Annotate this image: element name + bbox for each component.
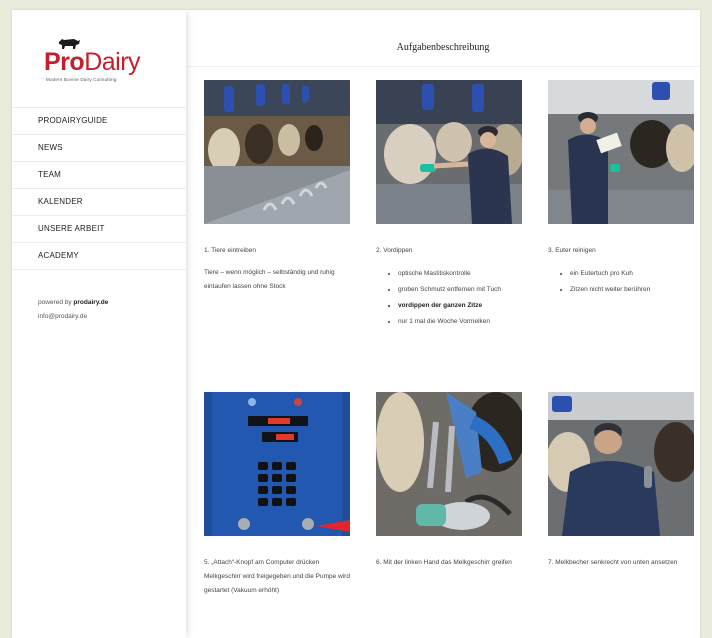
step-card-5: 5. „Attach“-Knopf am Computer drücken Me… [204,392,350,598]
list-item: optische Mastitiskontrolle [398,266,522,282]
step-title: 1. Tiere eintreiben [204,247,257,254]
main-content: Aufgabenbeschreibung 1. Tiere eintreiben… [186,10,700,638]
cup-attachment-photo [548,392,694,536]
page-title: Aufgabenbeschreibung [396,42,490,53]
step-card-3: 3. Euter reinigen ein Eutertuch pro Kuh … [548,80,694,298]
step-description: Tiere – wenn möglich – selbständig und r… [204,269,335,290]
sidebar: ProDairy Modern Bovine Dairy Consulting … [12,10,186,638]
list-item: groben Schmutz entfernen mit Tuch [398,282,522,298]
step-card-1: 1. Tiere eintreiben Tiere – wenn möglich… [204,80,350,294]
step-title: 7. Melkbecher senkrecht von unten ansetz… [548,559,678,566]
nav-item-news[interactable]: NEWS [12,134,186,161]
step-bullets: optische Mastitiskontrolle groben Schmut… [376,266,522,330]
nav-item-team[interactable]: TEAM [12,161,186,188]
step-description: Melkgeschirr wird freigegeben und die Pu… [204,573,350,594]
powered-by: powered by prodairy.de info@prodairy.de [38,296,108,324]
step-card-7: 7. Melkbecher senkrecht von unten ansetz… [548,392,694,570]
list-item: ein Eutertuch pro Kuh [570,266,694,282]
nav-item-academy[interactable]: ACADEMY [12,242,186,270]
list-item: vordippen der ganzen Zitze [398,298,522,314]
sidebar-nav: PRODAIRYGUIDE NEWS TEAM KALENDER UNSERE … [12,107,186,270]
step-title: 2. Vordippen [376,247,413,254]
prodairy-logo[interactable]: ProDairy Modern Bovine Dairy Consulting [42,34,152,84]
step-card-2: 2. Vordippen optische Mastitiskontrolle … [376,80,522,330]
milking-parlor-photo [204,80,350,224]
logo-tagline: Modern Bovine Dairy Consulting [46,77,117,82]
udder-cleaning-photo [548,80,694,224]
page-frame: ProDairy Modern Bovine Dairy Consulting … [12,10,700,638]
nav-item-unsere-arbeit[interactable]: UNSERE ARBEIT [12,215,186,242]
predipping-photo [376,80,522,224]
list-item: Zitzen nicht weiter berühren [570,282,694,298]
step-title: 3. Euter reinigen [548,247,596,254]
powered-site-link[interactable]: prodairy.de [73,299,108,306]
nav-item-kalender[interactable]: KALENDER [12,188,186,215]
contact-email-link[interactable]: info@prodairy.de [38,313,87,320]
logo-wordmark: ProDairy [44,48,141,76]
step-bullets: ein Eutertuch pro Kuh Zitzen nicht weite… [548,266,694,298]
list-item: nur 1 mal die Woche Vormelken [398,314,522,330]
title-divider [186,66,700,67]
step-card-6: 6. Mit der linken Hand das Melkgeschirr … [376,392,522,570]
milking-unit-photo [376,392,522,536]
step-title: 6. Mit der linken Hand das Melkgeschirr … [376,559,512,566]
step-title: 5. „Attach“-Knopf am Computer drücken [204,559,320,566]
powered-prefix: powered by [38,299,72,306]
control-panel-photo [204,392,350,536]
nav-item-prodairyguide[interactable]: PRODAIRYGUIDE [12,107,186,134]
